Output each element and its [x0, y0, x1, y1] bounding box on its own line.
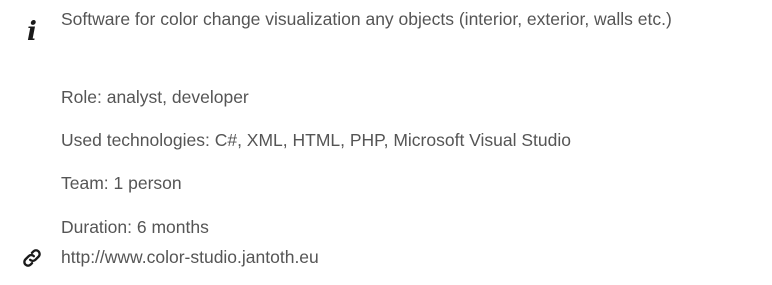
- project-info-panel: i Software for color change visualizatio…: [0, 0, 772, 285]
- project-team: Team: 1 person: [61, 173, 182, 193]
- info-icon: i: [27, 17, 37, 47]
- project-role: Role: analyst, developer: [61, 87, 249, 107]
- project-technologies: Used technologies: C#, XML, HTML, PHP, M…: [61, 130, 571, 150]
- link-icon: [20, 246, 44, 270]
- project-duration: Duration: 6 months: [61, 217, 209, 237]
- project-website-link[interactable]: http://www.color-studio.jantoth.eu: [61, 244, 319, 270]
- project-description: Software for color change visualization …: [61, 9, 672, 29]
